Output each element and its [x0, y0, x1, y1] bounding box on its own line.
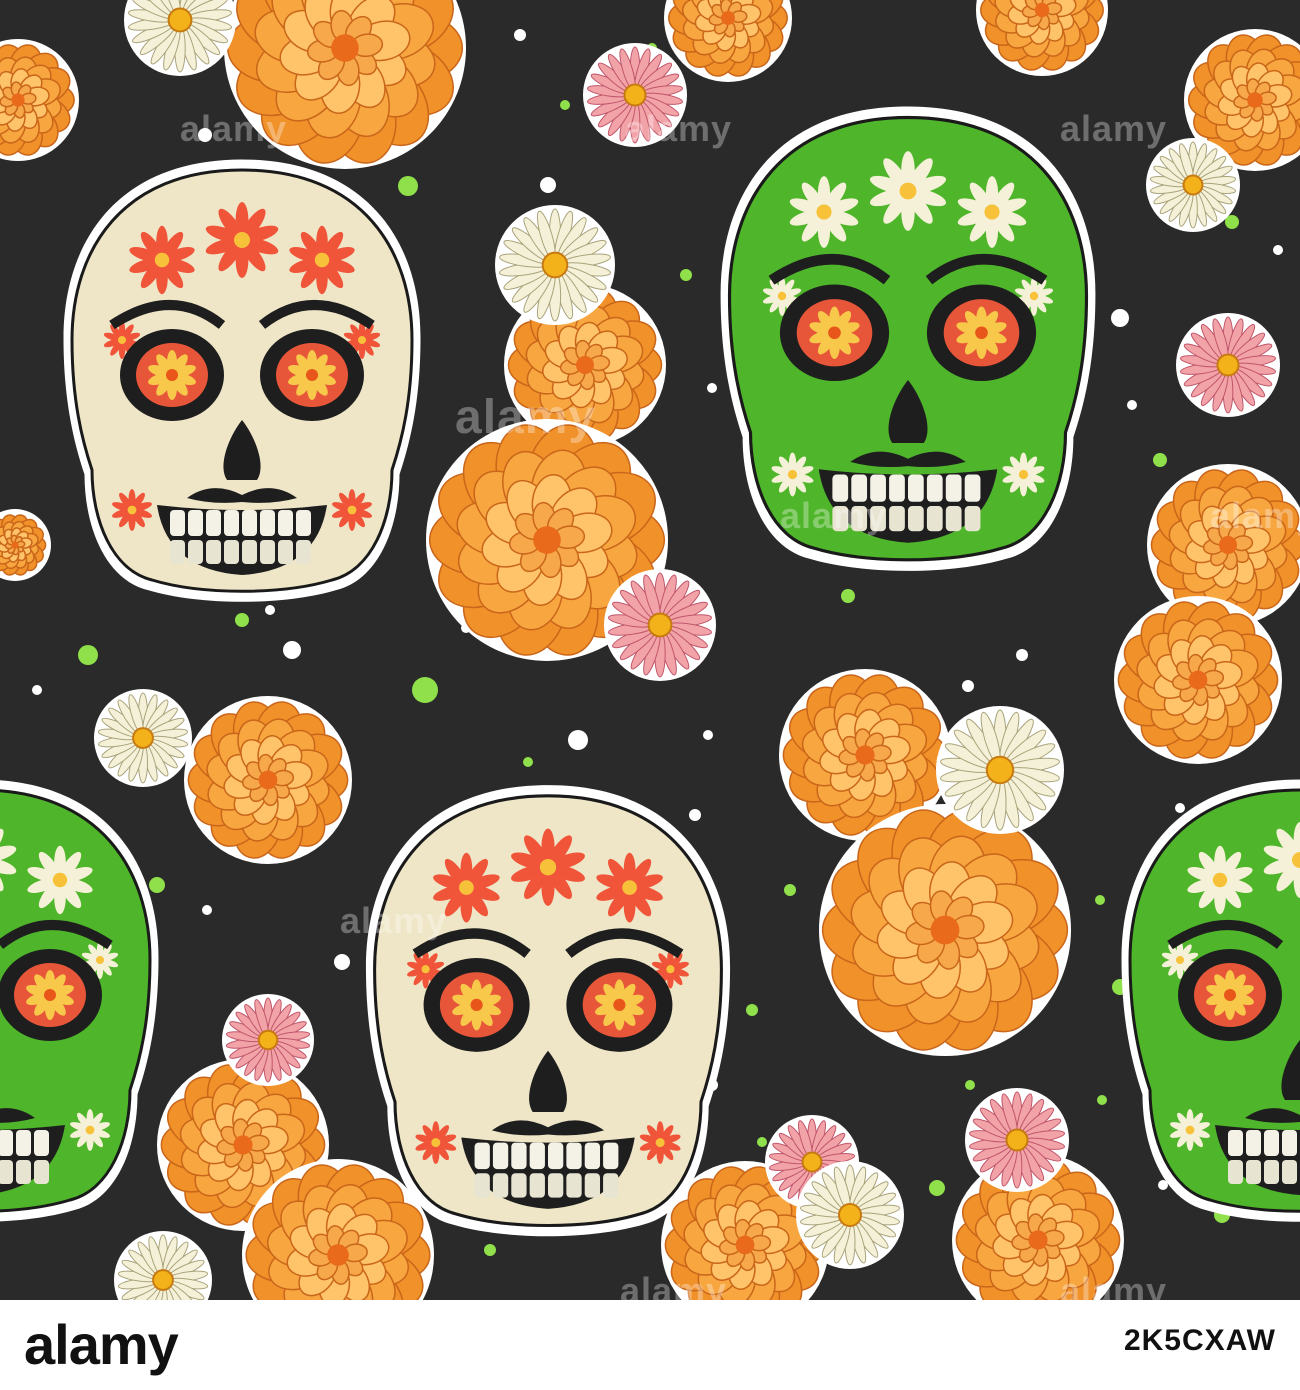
- marigold-flower: [184, 696, 352, 864]
- white-dot: [198, 128, 212, 142]
- green-dot: [412, 677, 438, 703]
- cream-sugar-skull: [365, 785, 731, 1237]
- white-dot: [1175, 803, 1185, 813]
- white-dot: [265, 605, 275, 615]
- green-dot: [398, 176, 418, 196]
- pink-daisy: [583, 43, 687, 147]
- green-dot: [78, 645, 98, 665]
- cream-sugar-skull: [63, 159, 421, 602]
- white-dot: [540, 177, 556, 193]
- green-dot: [680, 269, 692, 281]
- green-dot: [929, 1180, 945, 1196]
- marigold-flower: [819, 804, 1071, 1056]
- green-dot: [523, 757, 533, 767]
- pink-daisy: [604, 569, 716, 681]
- stock-image-id: 2K5CXAW: [1123, 1324, 1276, 1357]
- green-dot: [560, 100, 570, 110]
- green-dot: [484, 1244, 496, 1256]
- white-dot: [202, 905, 212, 915]
- pink-daisy: [222, 994, 314, 1086]
- white-daisy: [936, 706, 1064, 834]
- image-stage: alamyalamyalamyalamyalamyalamyalamyalamy…: [0, 0, 1300, 1390]
- white-dot: [962, 680, 974, 692]
- white-dot: [1127, 400, 1137, 410]
- sugar-skull-pattern: [0, 0, 1300, 1300]
- green-dot: [1095, 895, 1105, 905]
- pink-daisy: [1176, 313, 1280, 417]
- white-dot: [32, 685, 42, 695]
- green-dot: [1097, 1095, 1107, 1105]
- green-dot: [1153, 453, 1167, 467]
- white-daisy: [796, 1161, 904, 1269]
- white-dot: [1273, 245, 1283, 255]
- alamy-logo: alamy: [24, 1313, 179, 1376]
- marigold-flower: [1114, 596, 1282, 764]
- green-dot: [149, 877, 165, 893]
- green-dot: [965, 1080, 975, 1090]
- pink-daisy: [965, 1088, 1069, 1192]
- white-daisy: [1146, 138, 1240, 232]
- green-dot: [784, 884, 796, 896]
- white-dot: [689, 809, 701, 821]
- white-dot: [514, 29, 526, 41]
- white-dot: [1111, 309, 1129, 327]
- white-dot: [334, 954, 350, 970]
- white-dot: [283, 641, 301, 659]
- white-dot: [703, 730, 713, 740]
- white-dot: [707, 383, 717, 393]
- watermark-footer: alamy 2K5CXAW: [0, 1300, 1300, 1390]
- green-dot: [841, 589, 855, 603]
- green-dot: [746, 1004, 758, 1016]
- green-dot: [235, 613, 249, 627]
- green-dot: [757, 1137, 767, 1147]
- green-sugar-skull: [720, 106, 1096, 571]
- white-daisy: [94, 689, 192, 787]
- white-daisy: [495, 205, 615, 325]
- white-dot: [1016, 649, 1028, 661]
- white-dot: [568, 730, 588, 750]
